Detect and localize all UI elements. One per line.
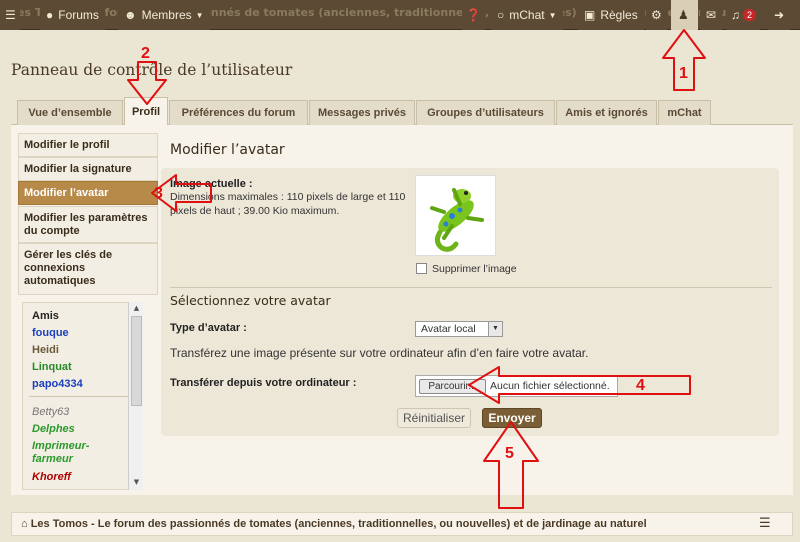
menu-icon[interactable]: ☰: [0, 0, 20, 30]
avatar-type-value: Avatar local: [421, 323, 476, 335]
upload-description: Transférez une image présente sur votre …: [170, 346, 589, 360]
footer-menu-icon[interactable]: ☰: [759, 516, 771, 531]
nav-rules[interactable]: ▣ Règles: [578, 0, 644, 30]
upload-label: Transférer depuis votre ordinateur :: [170, 377, 357, 389]
dropdown-arrow-icon: ▼: [488, 322, 502, 336]
file-status-text: Aucun fichier sélectionné.: [490, 380, 610, 392]
sidebar-item-edit-signature[interactable]: Modifier la signature: [18, 157, 158, 181]
notification-badge: 2: [743, 9, 757, 21]
chat-icon: ○: [497, 8, 505, 22]
scroll-up-icon[interactable]: ▲: [131, 303, 142, 314]
nav-members[interactable]: ☻ Membres ▼: [118, 0, 210, 30]
annotation-number: 3: [154, 185, 163, 202]
reset-button[interactable]: Réinitialiser: [397, 408, 471, 428]
gecko-icon: [430, 188, 484, 252]
chevron-down-icon: ▼: [548, 10, 557, 20]
friend-item[interactable]: fouque: [32, 327, 69, 339]
page-title: Panneau de contrôle de l’utilisateur: [11, 61, 293, 79]
user-profile-icon[interactable]: ♟: [671, 0, 698, 30]
annotation-number: 2: [141, 45, 150, 62]
delete-image-label: Supprimer l’image: [432, 263, 517, 275]
friend-item[interactable]: Linquat: [32, 361, 72, 373]
nav-forums[interactable]: ● Forums: [40, 0, 105, 30]
avatar-image: [415, 175, 496, 256]
friends-header: Amis: [32, 310, 59, 322]
section-title: Modifier l’avatar: [170, 142, 285, 158]
gears-icon[interactable]: ⚙: [646, 0, 667, 30]
friend-item[interactable]: Imprimeur-farmeur: [32, 440, 127, 466]
footer-breadcrumb[interactable]: ⌂ Les Tomos - Le forum des passionnés de…: [21, 518, 647, 530]
avatar-type-select[interactable]: Avatar local ▼: [415, 321, 503, 337]
footer-bar: ⌂ Les Tomos - Le forum des passionnés de…: [11, 512, 793, 536]
file-input[interactable]: Parcourir... Aucun fichier sélectionné.: [415, 375, 618, 397]
sidebar-item-account-settings[interactable]: Modifier les paramètres du compte: [18, 206, 158, 243]
chevron-down-icon: ▼: [195, 10, 204, 20]
home-icon: ⌂: [21, 518, 31, 530]
sidebar-item-edit-profile[interactable]: Modifier le profil: [18, 133, 158, 157]
tab-forum-preferences[interactable]: Préférences du forum: [169, 100, 308, 125]
users-icon: ☻: [124, 8, 137, 22]
annotation-number: 4: [636, 377, 645, 394]
help-icon[interactable]: ❓: [462, 0, 485, 30]
friend-item[interactable]: Betty63: [32, 406, 69, 418]
browse-button[interactable]: Parcourir...: [419, 379, 486, 394]
friends-list: Amis fouque Heidi Linquat papo4334 Betty…: [22, 302, 143, 490]
friend-item[interactable]: papo4334: [32, 378, 83, 390]
friend-item[interactable]: Heidi: [32, 344, 59, 356]
nav-mchat[interactable]: ○ mChat ▼: [491, 0, 563, 30]
tab-profile[interactable]: Profil: [124, 97, 168, 126]
scroll-down-icon[interactable]: ▼: [131, 477, 142, 488]
submit-button[interactable]: Envoyer: [482, 408, 542, 428]
delete-image-checkbox[interactable]: [416, 263, 427, 274]
annotation-number: 5: [505, 445, 514, 462]
friend-item[interactable]: Khoreff: [32, 471, 71, 483]
current-image-label: Image actuelle :: [170, 178, 253, 190]
dimensions-text: Dimensions maximales : 110 pixels de lar…: [170, 191, 406, 217]
divider: [170, 287, 772, 288]
logout-icon[interactable]: ➜: [768, 0, 791, 30]
sidebar-item-autologin-keys[interactable]: Gérer les clés de connexions automatique…: [18, 243, 158, 295]
divider: [29, 396, 133, 397]
tab-friends-foes[interactable]: Amis et ignorés: [556, 100, 657, 125]
book-icon: ▣: [584, 8, 596, 22]
tab-mchat[interactable]: mChat: [658, 100, 711, 125]
friend-item[interactable]: Delphes: [32, 423, 75, 435]
notifications-button[interactable]: ♫ 2: [727, 0, 761, 30]
bell-icon: ♫: [731, 8, 740, 22]
tab-user-groups[interactable]: Groupes d’utilisateurs: [416, 100, 555, 125]
tab-private-messages[interactable]: Messages privés: [309, 100, 415, 125]
sidebar-item-edit-avatar[interactable]: Modifier l’avatar: [18, 181, 158, 205]
avatar-type-label: Type d’avatar :: [170, 322, 247, 334]
friends-scrollbar[interactable]: ▲ ▼: [128, 302, 143, 490]
select-avatar-title: Sélectionnez votre avatar: [170, 293, 331, 308]
tab-overview[interactable]: Vue d’ensemble: [17, 100, 123, 125]
annotation-number: 1: [679, 65, 688, 82]
inbox-icon[interactable]: ✉: [700, 0, 723, 30]
scroll-thumb[interactable]: [131, 316, 142, 406]
speech-bubble-icon: ●: [46, 8, 54, 22]
